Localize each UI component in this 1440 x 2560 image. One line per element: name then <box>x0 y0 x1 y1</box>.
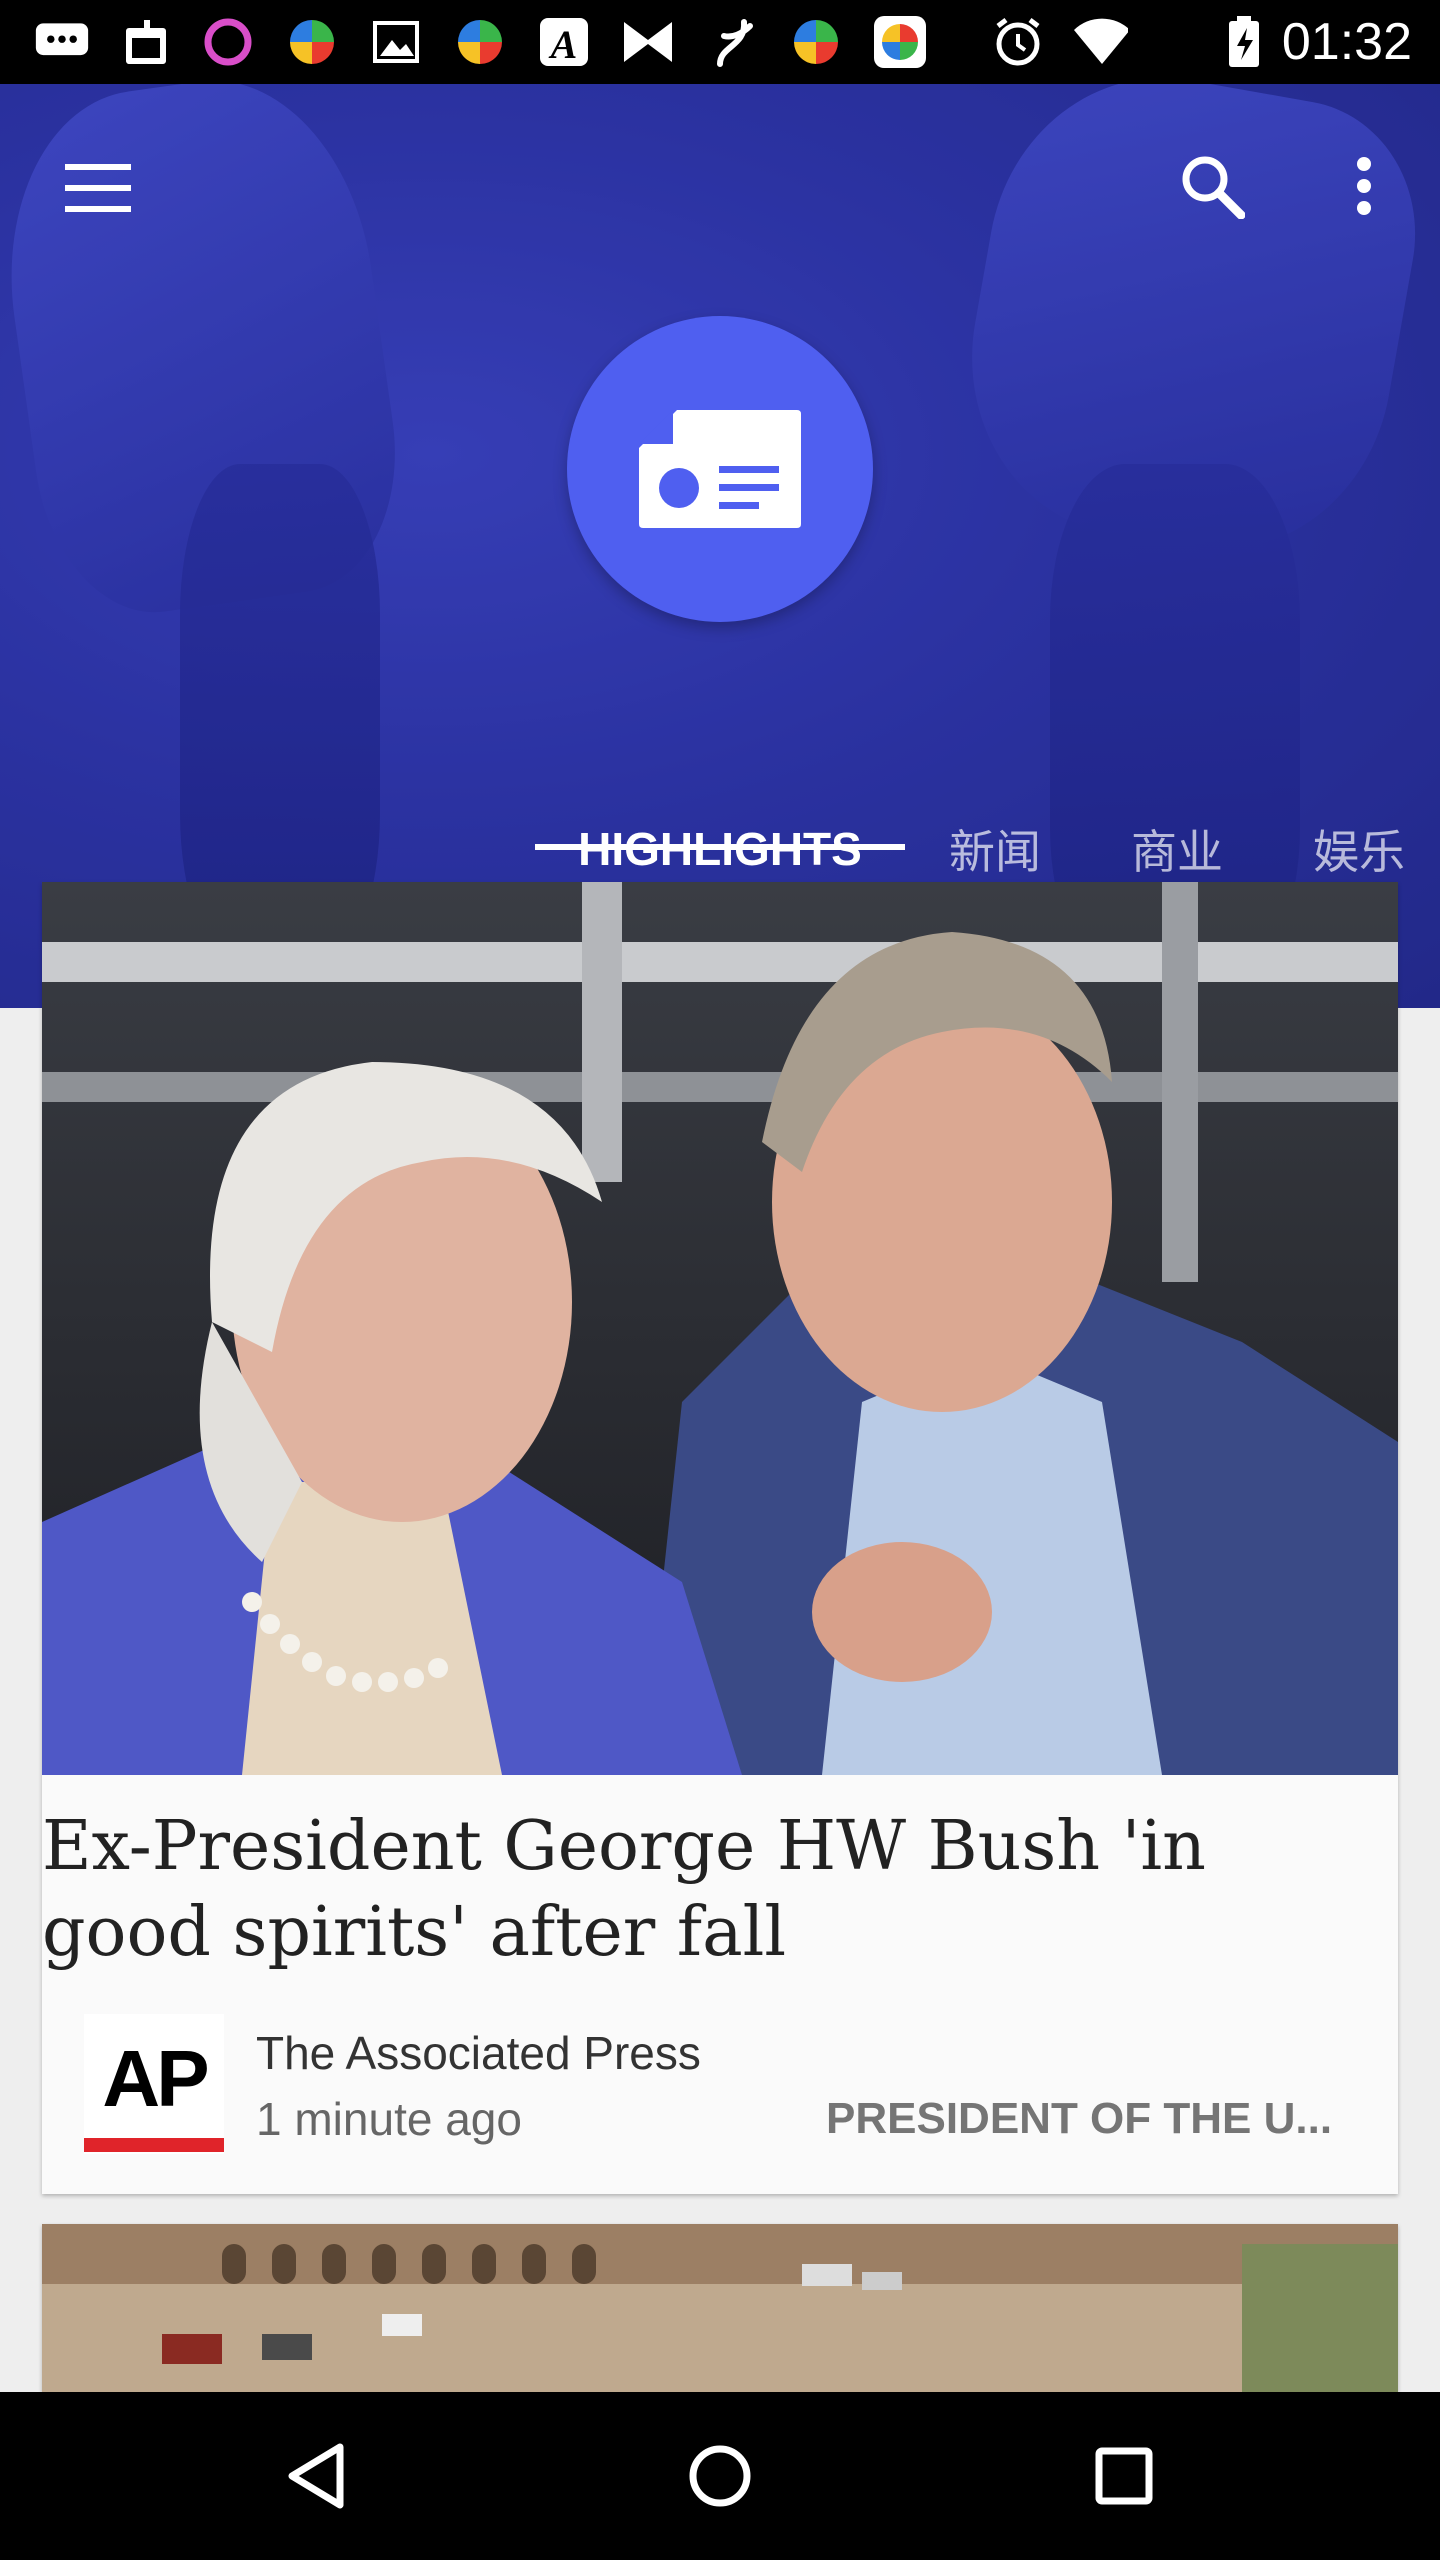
article-image[interactable] <box>42 2224 1398 2392</box>
bowtie-icon <box>620 16 676 68</box>
article-card[interactable] <box>42 882 1398 2194</box>
more-vertical-icon[interactable] <box>1324 146 1404 226</box>
svg-text:A: A <box>548 22 578 67</box>
status-bar: A 01:32 <box>0 0 1440 84</box>
header-hero: HIGHLIGHTS 新闻 商业 娱乐 <box>0 84 1440 1008</box>
chat-icon <box>34 16 90 68</box>
tab-indicator <box>535 844 905 850</box>
ring-icon <box>200 16 256 68</box>
recents-square-icon[interactable] <box>1074 2426 1174 2526</box>
hamburger-menu-icon[interactable] <box>58 148 138 228</box>
article-time: 1 minute ago <box>256 2093 522 2145</box>
svg-text:AP: AP <box>102 2034 207 2123</box>
fork-icon <box>704 16 760 68</box>
pinwheel-icon <box>452 16 508 68</box>
pinwheel-icon <box>788 16 844 68</box>
alarm-icon <box>990 16 1046 68</box>
wifi-icon <box>1072 16 1128 68</box>
search-icon[interactable] <box>1172 146 1252 226</box>
article-card[interactable] <box>42 2224 1398 2392</box>
source-logo-ap: AP <box>84 2014 224 2154</box>
home-circle-icon[interactable] <box>670 2426 770 2526</box>
article-headline[interactable]: Ex-President George HW Bush 'in good spi… <box>42 1804 1322 1976</box>
article-source: The Associated Press <box>256 2027 701 2079</box>
article-topic-chip[interactable]: PRESIDENT OF THE U... <box>826 2094 1346 2144</box>
article-image[interactable] <box>42 882 1398 1775</box>
pinwheel-icon <box>284 16 340 68</box>
navigation-bar <box>0 2392 1440 2560</box>
calendar-icon <box>118 16 174 68</box>
photos-icon <box>872 16 928 68</box>
app-a-icon: A <box>536 16 592 68</box>
battery-icon <box>1216 16 1272 68</box>
status-time: 01:32 <box>1281 13 1412 71</box>
news-logo-icon <box>567 316 873 622</box>
image-icon <box>368 16 424 68</box>
back-triangle-icon[interactable] <box>266 2426 366 2526</box>
